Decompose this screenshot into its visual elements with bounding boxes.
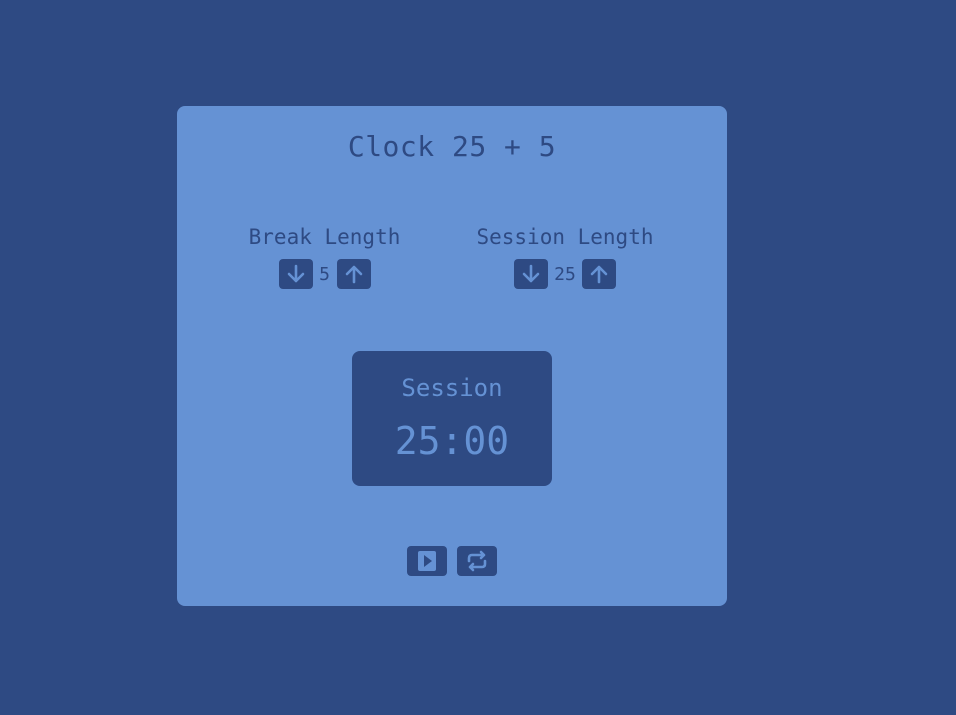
break-increment-button[interactable]	[336, 259, 371, 289]
break-length-value: 5	[319, 263, 330, 285]
arrow-down-icon	[287, 264, 304, 283]
reset-button[interactable]	[457, 546, 497, 576]
session-length-control: Session Length 25	[465, 223, 665, 289]
timer-label: Session	[401, 374, 503, 402]
break-length-label: Break Length	[248, 225, 401, 249]
time-left-display: 25:00	[394, 419, 510, 463]
repeat-icon	[467, 550, 487, 572]
arrow-down-icon	[522, 264, 540, 283]
session-increment-button[interactable]	[581, 259, 616, 289]
session-decrement-button[interactable]	[514, 259, 549, 289]
session-length-label: Session Length	[476, 225, 654, 249]
arrow-up-icon	[345, 265, 362, 284]
play-icon	[418, 551, 436, 571]
timer-actions	[177, 546, 727, 576]
break-decrement-button[interactable]	[278, 259, 313, 289]
start-stop-button[interactable]	[407, 546, 447, 576]
session-length-value: 25	[554, 263, 576, 285]
clock-card: Clock 25 + 5 Break Length 5 Session Leng…	[177, 106, 727, 606]
session-length-controls: 25	[465, 259, 665, 289]
break-length-controls: 5	[237, 259, 412, 289]
timer-panel: Session 25:00	[352, 351, 552, 486]
app-title: Clock 25 + 5	[347, 130, 557, 163]
arrow-up-icon	[590, 265, 608, 284]
break-length-control: Break Length 5	[237, 223, 412, 289]
